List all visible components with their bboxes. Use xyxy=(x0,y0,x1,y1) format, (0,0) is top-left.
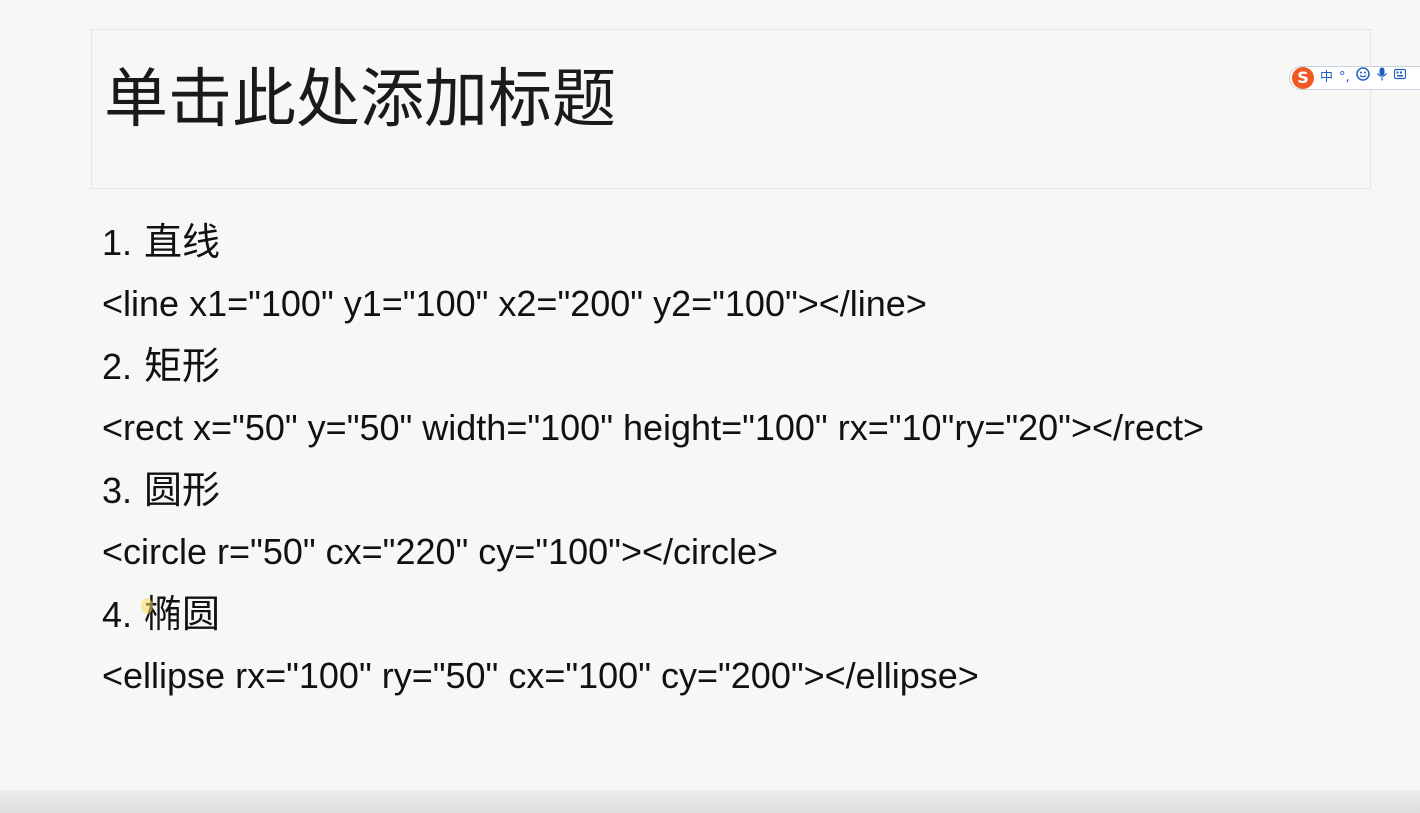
sogou-logo-icon[interactable]: S xyxy=(1292,67,1314,89)
slide-canvas: 单击此处添加标题 1. 直线 <line x1="100" y1="100" x2… xyxy=(0,0,1420,790)
item-number: 1. xyxy=(102,222,133,263)
ime-toolbar[interactable]: S 中 °, xyxy=(1289,66,1420,90)
item-number: 4. xyxy=(102,594,133,635)
list-item-heading: 1. 直线 xyxy=(102,214,1402,276)
code-line: <line x1="100" y1="100" x2="200" y2="100… xyxy=(102,283,927,324)
code-line: <circle r="50" cx="220" cy="100"></circl… xyxy=(102,531,779,572)
slide-body[interactable]: 1. 直线 <line x1="100" y1="100" x2="200" y2… xyxy=(102,214,1402,710)
list-item-heading: 2. 矩形 xyxy=(102,338,1402,400)
title-placeholder[interactable]: 单击此处添加标题 xyxy=(91,29,1371,189)
code-line: <rect x="50" y="50" width="100" height="… xyxy=(102,407,1205,448)
input-mode-toggle[interactable]: 中 xyxy=(1320,67,1333,89)
item-heading: 椭圆 xyxy=(144,592,221,636)
item-heading: 圆形 xyxy=(144,468,221,512)
microphone-icon[interactable] xyxy=(1376,67,1388,89)
list-item-heading: 3. 圆形 xyxy=(102,462,1402,524)
item-number: 3. xyxy=(102,470,133,511)
item-heading: 直线 xyxy=(144,220,221,264)
list-item-heading: 4. 椭圆 xyxy=(102,586,1402,648)
bottom-bar xyxy=(0,790,1420,813)
item-number: 2. xyxy=(102,346,133,387)
slide-title: 单击此处添加标题 xyxy=(104,63,616,137)
mouse-cursor-highlight xyxy=(141,598,153,614)
emoji-icon[interactable] xyxy=(1355,67,1370,89)
item-heading: 矩形 xyxy=(144,344,221,388)
code-line: <ellipse rx="100" ry="50" cx="100" cy="2… xyxy=(102,655,979,696)
keyboard-icon[interactable] xyxy=(1393,67,1406,89)
punctuation-toggle[interactable]: °, xyxy=(1339,67,1350,89)
